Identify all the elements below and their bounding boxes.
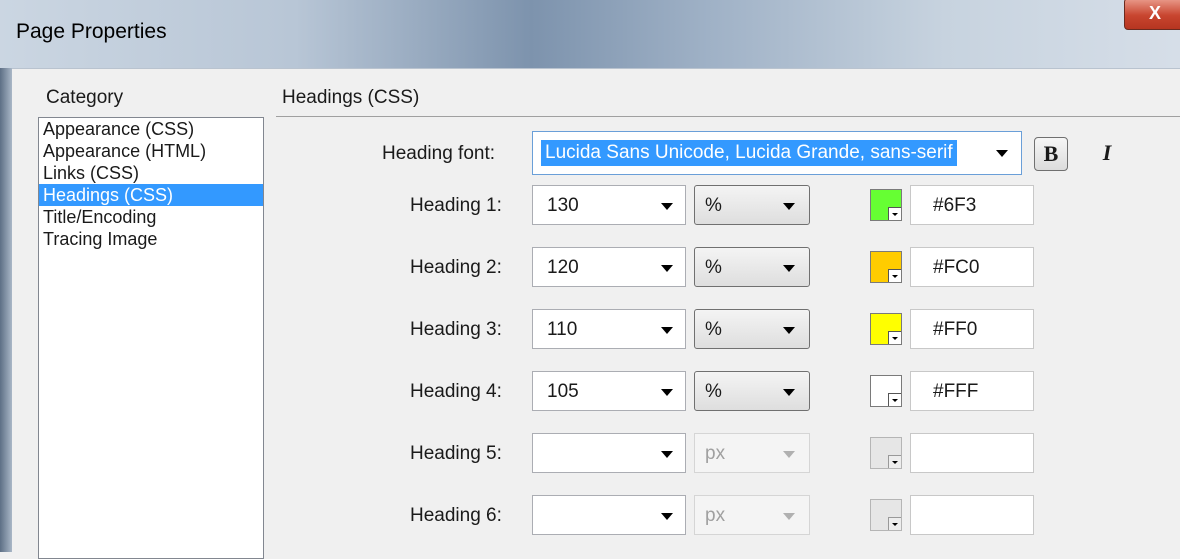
- title-bar: Page Properties X: [0, 0, 1180, 68]
- chevron-down-icon[interactable]: [783, 265, 795, 272]
- heading-2-color-input[interactable]: #FC0: [910, 247, 1034, 287]
- category-item[interactable]: Appearance (HTML): [39, 140, 263, 162]
- heading-1-size-combo[interactable]: 130: [532, 185, 686, 225]
- chevron-down-icon[interactable]: [783, 451, 795, 458]
- heading-5-color-input[interactable]: [910, 433, 1034, 473]
- chevron-down-icon[interactable]: [661, 451, 673, 458]
- unit-value: px: [705, 443, 726, 464]
- chevron-down-icon[interactable]: [783, 327, 795, 334]
- chevron-down-icon[interactable]: [783, 203, 795, 210]
- heading-1-color-input[interactable]: #6F3: [910, 185, 1034, 225]
- color-picker-arrow-icon[interactable]: [888, 331, 901, 344]
- window-title: Page Properties: [16, 20, 167, 43]
- heading-2-size-combo[interactable]: 120: [532, 247, 686, 287]
- category-item[interactable]: Headings (CSS): [39, 184, 263, 206]
- heading-6-size-combo[interactable]: [532, 495, 686, 535]
- unit-value: %: [705, 257, 722, 278]
- heading-5-label: Heading 5:: [410, 443, 502, 464]
- unit-value: %: [705, 195, 722, 216]
- category-list[interactable]: Appearance (CSS) Appearance (HTML) Links (…: [38, 117, 264, 559]
- color-hex-value[interactable]: #6F3: [933, 195, 976, 217]
- category-item[interactable]: Title/Encoding: [39, 206, 263, 228]
- italic-button[interactable]: I: [1090, 137, 1124, 171]
- color-picker-arrow-icon[interactable]: [888, 517, 901, 530]
- heading-4-unit-select[interactable]: %: [694, 371, 810, 411]
- color-hex-value[interactable]: #FFF: [933, 381, 978, 403]
- bold-button[interactable]: B: [1034, 137, 1068, 171]
- heading-5-color-picker[interactable]: [870, 437, 902, 469]
- heading-1-label: Heading 1:: [410, 195, 502, 216]
- category-item[interactable]: Links (CSS): [39, 162, 263, 184]
- heading-6-unit-select[interactable]: px: [694, 495, 810, 535]
- close-button[interactable]: X: [1124, 0, 1180, 30]
- unit-value: %: [705, 319, 722, 340]
- color-picker-arrow-icon[interactable]: [888, 455, 901, 468]
- size-value[interactable]: 105: [547, 381, 579, 403]
- color-picker-arrow-icon[interactable]: [888, 393, 901, 406]
- dialog-body: Category Appearance (CSS) Appearance (HTM…: [12, 68, 1180, 559]
- color-picker-arrow-icon[interactable]: [888, 207, 901, 220]
- heading-4-label: Heading 4:: [410, 381, 502, 402]
- heading-3-color-picker[interactable]: [870, 313, 902, 345]
- category-item[interactable]: Appearance (CSS): [39, 118, 263, 140]
- heading-font-value[interactable]: Lucida Sans Unicode, Lucida Grande, sans…: [541, 140, 957, 166]
- category-item[interactable]: Tracing Image: [39, 228, 263, 250]
- heading-5-size-combo[interactable]: [532, 433, 686, 473]
- heading-2-unit-select[interactable]: %: [694, 247, 810, 287]
- chevron-down-icon[interactable]: [996, 150, 1008, 157]
- heading-3-unit-select[interactable]: %: [694, 309, 810, 349]
- chevron-down-icon[interactable]: [783, 389, 795, 396]
- unit-value: px: [705, 505, 726, 526]
- size-value[interactable]: 130: [547, 195, 579, 217]
- unit-value: %: [705, 381, 722, 402]
- heading-3-label: Heading 3:: [410, 319, 502, 340]
- chevron-down-icon[interactable]: [661, 265, 673, 272]
- heading-6-color-input[interactable]: [910, 495, 1034, 535]
- heading-3-size-combo[interactable]: 110: [532, 309, 686, 349]
- color-hex-value[interactable]: #FC0: [933, 257, 979, 279]
- color-picker-arrow-icon[interactable]: [888, 269, 901, 282]
- chevron-down-icon[interactable]: [661, 513, 673, 520]
- color-hex-value[interactable]: #FF0: [933, 319, 977, 341]
- chevron-down-icon[interactable]: [661, 203, 673, 210]
- heading-2-label: Heading 2:: [410, 257, 502, 278]
- heading-1-unit-select[interactable]: %: [694, 185, 810, 225]
- heading-font-combo[interactable]: Lucida Sans Unicode, Lucida Grande, sans…: [532, 131, 1022, 175]
- category-label: Category: [46, 87, 124, 108]
- heading-2-color-picker[interactable]: [870, 251, 902, 283]
- chevron-down-icon[interactable]: [783, 513, 795, 520]
- heading-4-color-picker[interactable]: [870, 375, 902, 407]
- size-value[interactable]: 120: [547, 257, 579, 279]
- window-frame: [0, 68, 12, 552]
- chevron-down-icon[interactable]: [661, 389, 673, 396]
- heading-4-color-input[interactable]: #FFF: [910, 371, 1034, 411]
- section-title: Headings (CSS): [282, 87, 420, 108]
- heading-5-unit-select[interactable]: px: [694, 433, 810, 473]
- chevron-down-icon[interactable]: [661, 327, 673, 334]
- heading-1-color-picker[interactable]: [870, 189, 902, 221]
- size-value[interactable]: 110: [547, 319, 577, 341]
- section-divider: [276, 116, 1180, 117]
- heading-3-color-input[interactable]: #FF0: [910, 309, 1034, 349]
- heading-6-color-picker[interactable]: [870, 499, 902, 531]
- heading-4-size-combo[interactable]: 105: [532, 371, 686, 411]
- heading-6-label: Heading 6:: [410, 505, 502, 526]
- heading-font-label: Heading font:: [382, 143, 496, 164]
